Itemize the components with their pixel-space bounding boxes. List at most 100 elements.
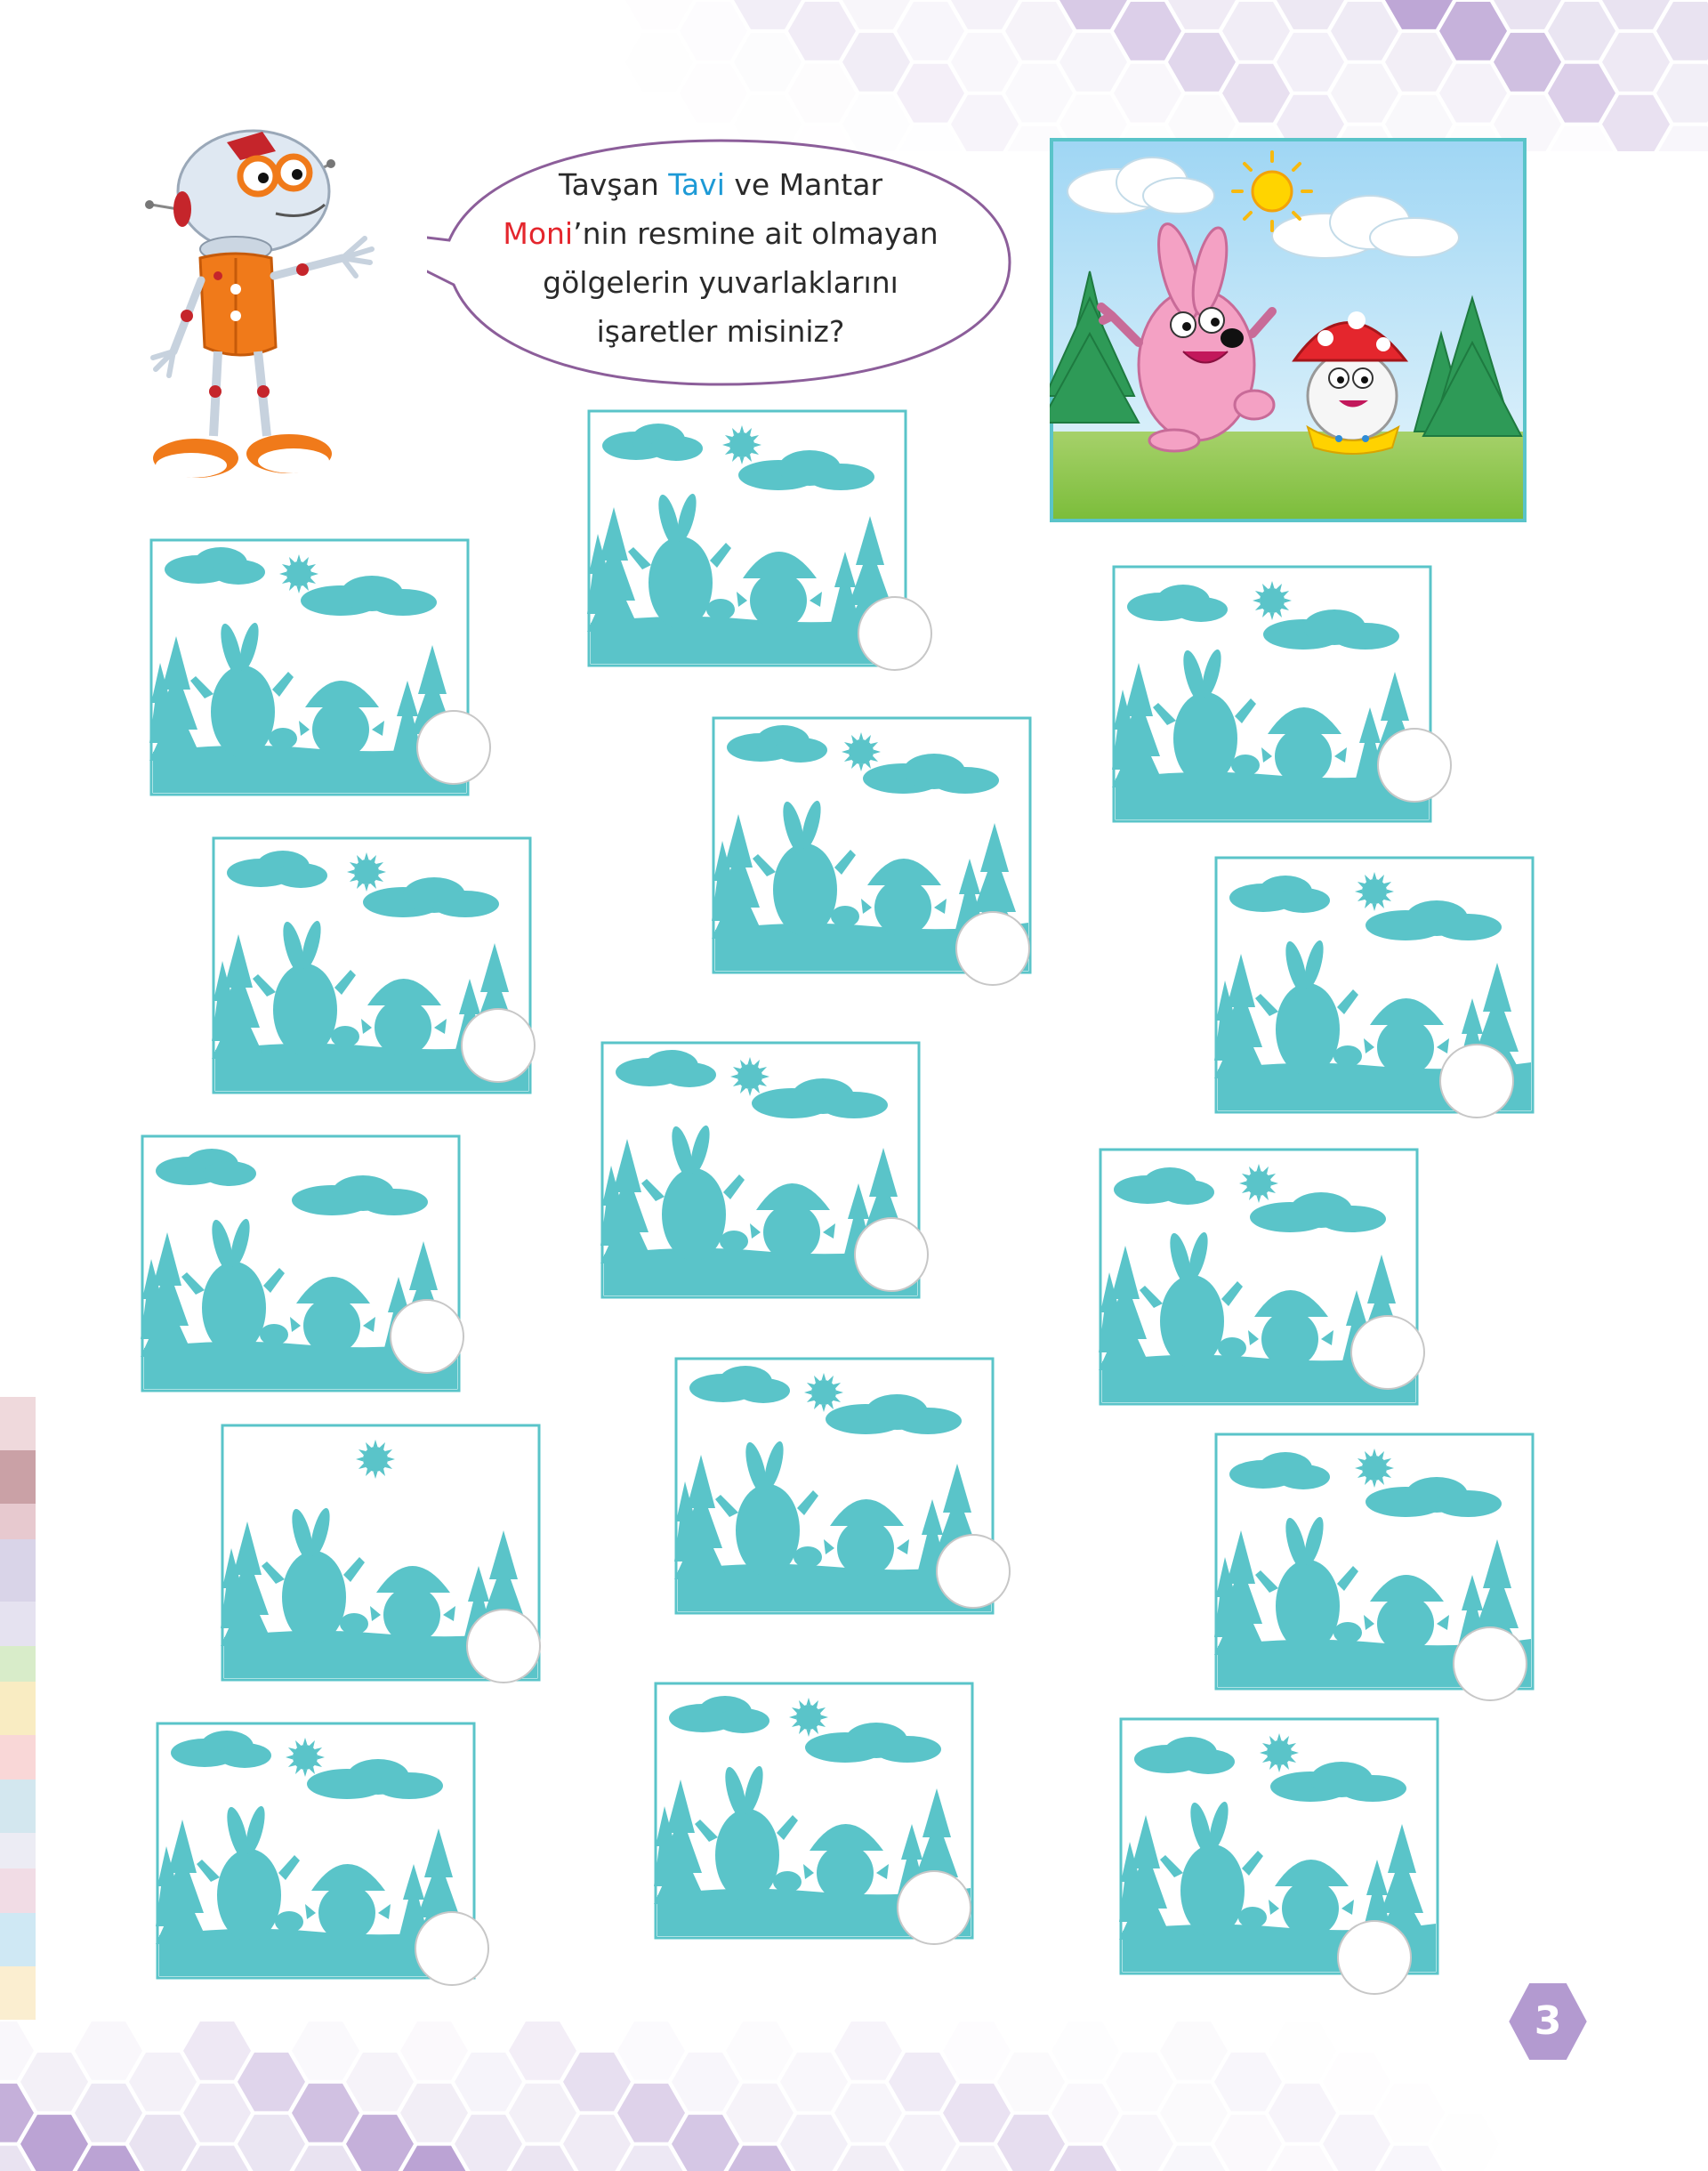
mushroom-shadow xyxy=(375,999,431,1056)
hexagon-tile xyxy=(563,2114,631,2171)
hexagon-tile xyxy=(1494,32,1561,92)
bunny-shadow xyxy=(1173,692,1237,785)
hexagon-tile xyxy=(20,2052,88,2111)
answer-circle-1[interactable] xyxy=(416,710,491,785)
hexagon-tile xyxy=(1277,0,1344,29)
bunny-shadow xyxy=(649,537,713,629)
hexagon-tile xyxy=(1168,32,1236,92)
bunny-shadow xyxy=(773,843,837,936)
moni-name: Moni xyxy=(503,216,574,251)
hexagon-tile xyxy=(563,2052,631,2111)
bunny-foot-shadow xyxy=(773,1871,802,1893)
hexagon-tile xyxy=(1005,63,1073,123)
hexagon-tile xyxy=(726,2083,794,2143)
hexagon-tile xyxy=(1277,32,1344,92)
answer-circle-8[interactable] xyxy=(390,1299,464,1374)
hexagon-tile xyxy=(1005,2,1073,61)
hexagon-tile xyxy=(617,2083,685,2143)
bunny-shadow xyxy=(211,666,275,758)
answer-circle-15[interactable] xyxy=(1337,1920,1412,1995)
bunny-foot-shadow xyxy=(331,1026,359,1047)
hexagon-tile xyxy=(1494,0,1561,29)
bunny-shadow xyxy=(662,1168,726,1261)
hexagon-tile xyxy=(292,2022,359,2080)
mushroom-shadow xyxy=(1261,1311,1318,1368)
bunny-shadow xyxy=(736,1484,800,1577)
hexagon-tile xyxy=(842,0,910,29)
bunny-shadow xyxy=(1160,1275,1224,1368)
hexagon-tile xyxy=(1269,2083,1336,2143)
answer-circle-7[interactable] xyxy=(854,1217,929,1292)
hexagon-tile xyxy=(1385,32,1453,92)
hexagon-tile xyxy=(1270,2145,1334,2171)
hexagon-tile xyxy=(680,63,747,123)
hexagon-tile xyxy=(346,2114,414,2171)
hexagon-tile xyxy=(625,32,693,92)
bunny-foot-shadow xyxy=(831,906,859,927)
hexagon-tile xyxy=(511,2145,575,2171)
hexagon-tile xyxy=(292,2083,359,2143)
hexagon-tile xyxy=(951,32,1019,92)
hexagon-tile xyxy=(680,2,747,61)
hexagon-tile xyxy=(185,2145,249,2171)
hexagon-tile xyxy=(726,2022,794,2080)
page-number: 3 xyxy=(1534,1998,1562,2044)
hexagon-tile xyxy=(842,32,910,92)
side-color-tabs xyxy=(0,1397,36,2020)
bunny-shadow xyxy=(202,1262,266,1354)
answer-circle-9[interactable] xyxy=(1350,1315,1425,1390)
hexagon-tile xyxy=(1323,2052,1390,2111)
bunny-foot-shadow xyxy=(275,1911,303,1933)
answer-circle-12[interactable] xyxy=(1453,1626,1527,1701)
mushroom-shadow xyxy=(318,1884,375,1941)
bunny-shadow xyxy=(273,964,337,1056)
mushroom-shadow xyxy=(303,1297,360,1354)
hexagon-tile xyxy=(509,2022,576,2080)
hexagon-tile xyxy=(1214,2114,1282,2171)
hexagon-tile xyxy=(1114,2,1181,61)
hexagon-tile xyxy=(834,2083,902,2143)
tavi-name: Tavi xyxy=(668,167,725,202)
answer-circle-10[interactable] xyxy=(936,1534,1011,1609)
hexagon-tile xyxy=(672,2052,739,2111)
hexagon-tile xyxy=(1548,63,1615,123)
mushroom-shadow xyxy=(383,1586,440,1643)
hexagon-tile xyxy=(617,2022,685,2080)
hexagon-tile xyxy=(897,63,964,123)
answer-circle-4[interactable] xyxy=(955,911,1030,986)
bunny-shadow xyxy=(282,1551,346,1643)
answer-circle-14[interactable] xyxy=(897,1870,971,1945)
hexagon-tile xyxy=(1160,2022,1228,2080)
hexagon-tile xyxy=(788,63,856,123)
robot-illustration xyxy=(145,129,375,478)
hexagon-tile xyxy=(836,2145,900,2171)
hexagon-tile xyxy=(1162,2145,1226,2171)
hexagon-tile xyxy=(1377,2083,1445,2143)
hexagon-tile xyxy=(889,2052,956,2111)
hexagon-tile xyxy=(455,2114,522,2171)
hexagon-tile xyxy=(1168,0,1236,29)
reference-picture xyxy=(1050,138,1527,522)
hexagon-tile xyxy=(1106,2052,1173,2111)
hexagon-pattern-top xyxy=(625,0,1708,151)
hexagon-tile xyxy=(1548,2,1615,61)
bunny-shadow xyxy=(1180,1844,1245,1937)
bunny-shadow xyxy=(217,1849,281,1941)
answer-circle-3[interactable] xyxy=(1377,728,1452,803)
answer-circle-11[interactable] xyxy=(466,1609,541,1683)
hexagon-tile xyxy=(1439,2,1507,61)
hexagon-tile xyxy=(1323,2114,1390,2171)
hexagon-tile xyxy=(129,2114,197,2171)
answer-circle-6[interactable] xyxy=(1439,1044,1514,1118)
answer-circle-5[interactable] xyxy=(461,1008,536,1083)
answer-circle-13[interactable] xyxy=(415,1911,489,1986)
mushroom-shadow xyxy=(874,879,931,936)
hexagon-tile xyxy=(672,2114,739,2171)
mushroom-shadow xyxy=(312,701,369,758)
hexagon-tile xyxy=(1053,2145,1117,2171)
mushroom-shadow xyxy=(837,1520,894,1577)
answer-circle-2[interactable] xyxy=(858,596,932,671)
bunny-shadow xyxy=(715,1809,779,1901)
hexagon-tile xyxy=(1059,32,1127,92)
hexagon-tile xyxy=(1269,2022,1336,2080)
